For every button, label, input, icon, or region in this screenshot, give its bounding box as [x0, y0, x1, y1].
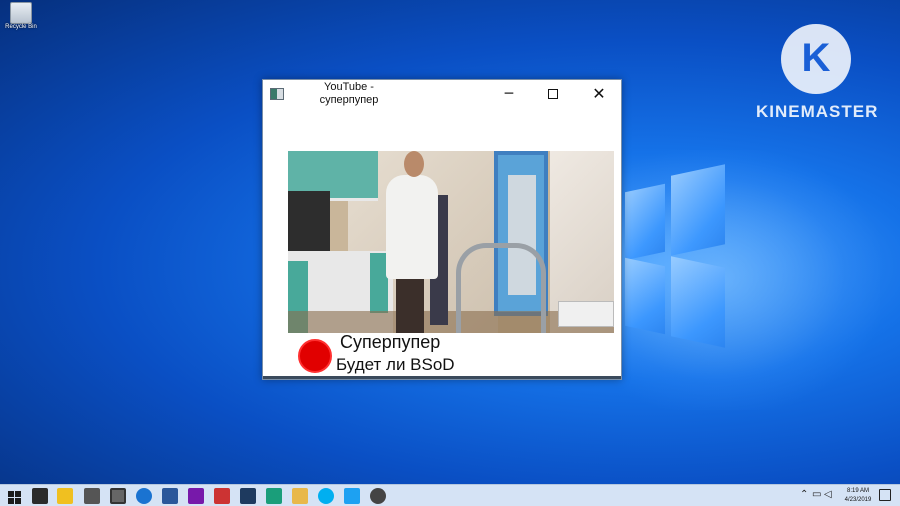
kinemaster-logo-icon: K	[781, 24, 851, 94]
skype-icon[interactable]	[318, 488, 334, 504]
youtube-app-window[interactable]: YouTube - суперпупер ─ ✕ Суперпупер Буде…	[262, 79, 622, 380]
edge-icon[interactable]	[136, 488, 152, 504]
sketch-icon[interactable]	[292, 488, 308, 504]
window-title: YouTube - суперпупер	[319, 81, 379, 106]
video-title[interactable]: Будет ли BSoD	[336, 355, 455, 375]
kinemaster-watermark: K KINEMASTER	[756, 24, 879, 122]
windows-logo-wallpaper	[625, 164, 725, 348]
calendar-icon[interactable]	[110, 488, 126, 504]
video-player[interactable]	[288, 151, 614, 333]
kinemaster-text: KINEMASTER	[756, 102, 879, 121]
twitter-icon[interactable]	[344, 488, 360, 504]
tray-chevron-icon[interactable]: ⌃	[800, 489, 808, 500]
window-bottom-border	[263, 376, 621, 379]
channel-avatar[interactable]	[298, 339, 332, 373]
volume-icon[interactable]: ◁	[824, 489, 832, 500]
app-icon	[270, 88, 284, 100]
maximize-icon	[548, 89, 558, 99]
start-icon[interactable]	[6, 488, 22, 504]
channel-name[interactable]: Суперпупер	[340, 332, 440, 353]
maximize-button[interactable]	[535, 84, 571, 104]
video-frame-fridge	[288, 191, 330, 253]
settings-icon[interactable]	[370, 488, 386, 504]
taskbar: ⌃ ▭ ◁ 8:19 AM 4/23/2019	[0, 484, 900, 506]
video-frame-heater	[558, 301, 614, 327]
photos-icon[interactable]	[214, 488, 230, 504]
recycle-bin-label: Recycle Bin	[5, 24, 37, 30]
onenote-icon[interactable]	[188, 488, 204, 504]
publisher-icon[interactable]	[240, 488, 256, 504]
video-frame-person	[386, 175, 438, 279]
paint-icon[interactable]	[266, 488, 282, 504]
recycle-bin-shortcut[interactable]: Recycle Bin	[4, 2, 38, 30]
store-icon[interactable]	[32, 488, 48, 504]
video-frame-legs	[396, 279, 424, 333]
clock-time: 8:19 AM	[846, 488, 869, 494]
mail-icon[interactable]	[84, 488, 100, 504]
file-explorer-icon[interactable]	[57, 488, 73, 504]
video-frame-head	[404, 151, 424, 177]
action-center-icon[interactable]	[879, 489, 891, 501]
network-icon[interactable]: ▭	[812, 489, 821, 500]
minimize-button[interactable]: ─	[491, 84, 527, 104]
close-button[interactable]: ✕	[581, 84, 617, 104]
word-icon[interactable]	[162, 488, 178, 504]
video-frame-highchair	[456, 243, 546, 333]
recycle-bin-icon	[10, 2, 32, 24]
system-clock[interactable]: 8:19 AM 4/23/2019	[838, 487, 878, 505]
title-bar[interactable]: YouTube - суперпупер ─ ✕	[263, 80, 621, 110]
clock-date: 4/23/2019	[844, 497, 872, 503]
